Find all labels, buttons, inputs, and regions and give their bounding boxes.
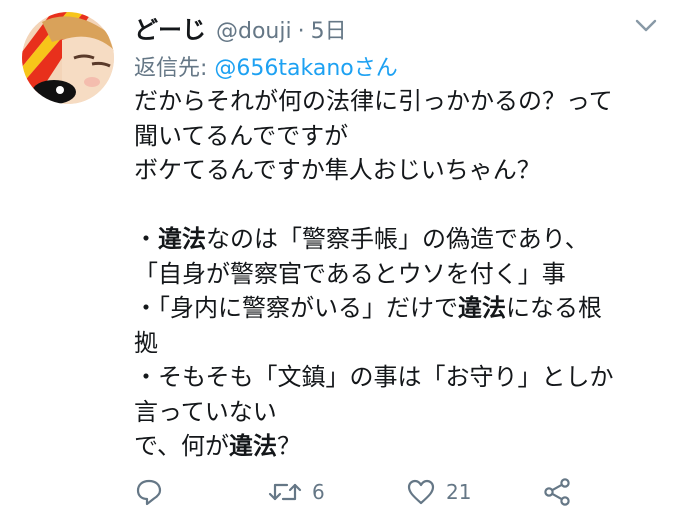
tweet-text: だからそれが何の法律に引っかかるの？って 聞いてるんでですが ボケてるんですか隼…: [134, 84, 664, 464]
chevron-down-icon[interactable]: [634, 16, 658, 36]
text-segment: ・: [134, 225, 158, 253]
tweet-line: 聞いてるんでですが: [134, 121, 349, 150]
text-segment: なのは「警察手帳」の偽造であり、: [206, 225, 589, 253]
bold-text: 違法: [229, 432, 278, 460]
bold-text: 違法: [458, 294, 506, 322]
share-button[interactable]: [542, 474, 572, 510]
meta-separator: ·: [297, 19, 305, 44]
retweet-icon: [268, 483, 302, 501]
tweet-line: ボケてるんですか隼人おじいちゃん？: [134, 156, 541, 184]
tweet-line: 言っていない: [134, 397, 277, 426]
tweet-line: 「自身が警察官であるとウソを付く」事: [134, 259, 566, 288]
user-handle[interactable]: @douji: [216, 19, 292, 44]
reply-mention[interactable]: @656takanoさん: [214, 56, 397, 81]
text-segment: ・「身内に警察がいる」だけで: [134, 294, 458, 322]
tweet-header: どーじ @douji · 5日: [134, 10, 347, 45]
reply-button[interactable]: [134, 474, 164, 510]
retweet-count: 6: [312, 480, 325, 504]
tweet-line: で、何が違法？: [134, 429, 664, 464]
avatar[interactable]: [22, 12, 114, 104]
reply-to: 返信先: @656takanoさん: [134, 50, 398, 82]
tweet-line: ・「身内に警察がいる」だけで違法になる根: [134, 291, 664, 326]
mention-suffix[interactable]: さん: [354, 56, 398, 81]
text-segment: で、何が: [134, 432, 230, 460]
bold-text: 違法: [158, 225, 206, 253]
heart-icon: [407, 479, 435, 505]
share-icon: [544, 478, 570, 506]
reply-prefix: 返信先:: [134, 56, 208, 81]
tweet-actions: 6 21: [134, 474, 654, 510]
text-segment: ？: [277, 432, 302, 460]
tweet-time[interactable]: 5日: [311, 13, 347, 45]
text-segment: になる根: [506, 294, 602, 322]
tweet-line: ・違法なのは「警察手帳」の偽造であり、: [134, 222, 664, 257]
like-button[interactable]: 21: [406, 474, 471, 510]
like-count: 21: [446, 480, 472, 504]
mention-handle[interactable]: @656takano: [214, 56, 353, 81]
display-name[interactable]: どーじ: [134, 10, 206, 45]
tweet-line: だからそれが何の法律に引っかかるの？って: [134, 87, 613, 115]
reply-icon: [136, 479, 162, 506]
tweet-line: 拠: [134, 328, 158, 357]
retweet-button[interactable]: 6: [268, 474, 325, 510]
tweet-line: ・そもそも「文鎮」の事は「お守り」としか: [134, 363, 614, 391]
